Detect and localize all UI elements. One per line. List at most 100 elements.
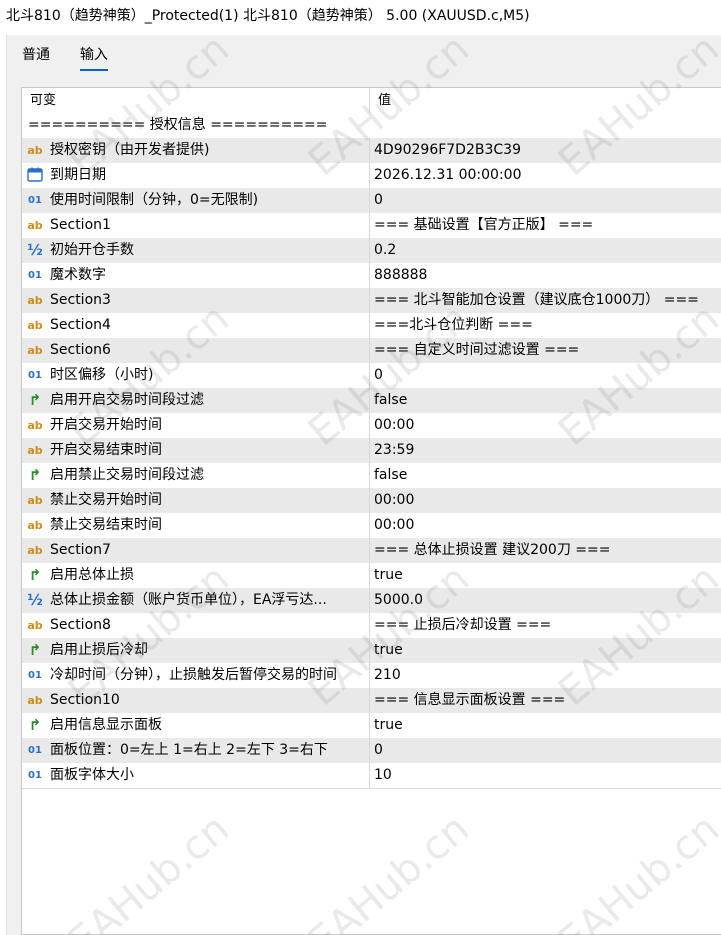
table-row[interactable]: ab 开启交易结束时间 23:59 [22,438,721,463]
tab-inputs[interactable]: 输入 [80,43,108,71]
string-icon: ab [27,519,43,532]
string-icon: ab [27,144,43,157]
row-variable-name: 面板字体大小 [50,767,134,783]
table-row[interactable]: ab 禁止交易结束时间 00:00 [22,513,721,538]
row-variable-name: ========== 授权信息 ========== [28,117,328,133]
row-variable-name: 启用信息显示面板 [50,717,162,733]
row-value[interactable]: false [374,388,721,413]
row-variable-name: Section3 [50,292,111,308]
row-value[interactable]: 0 [374,363,721,388]
table-row[interactable]: ↱ 启用开启交易时间段过滤 false [22,388,721,413]
row-value[interactable]: false [374,463,721,488]
double-icon: ½ [27,241,43,259]
row-value[interactable]: 0 [374,738,721,763]
tab-bar: 普通 输入 [7,35,721,75]
window-title: 北斗810（趋势神策）_Protected(1) 北斗810（趋势神策） 5.0… [0,0,721,32]
row-variable-name: 总体止损金额（账户货币单位），EA浮亏达... [50,592,327,608]
row-value[interactable]: true [374,638,721,663]
column-divider [369,563,370,588]
table-row[interactable]: ½ 总体止损金额（账户货币单位），EA浮亏达... 5000.0 [22,588,721,613]
row-value[interactable]: ===北斗仓位判断 === [374,313,721,338]
row-value[interactable]: 0.2 [374,238,721,263]
row-variable-name: 授权密钥（由开发者提供) [50,142,210,158]
row-value[interactable]: true [374,563,721,588]
string-icon: ab [27,319,43,332]
row-value[interactable]: === 信息显示面板设置 === [374,688,721,713]
row-variable-name: 面板位置：0=左上 1=右上 2=左下 3=右下 [50,742,328,758]
string-icon: ab [27,294,43,307]
row-value[interactable]: === 止损后冷却设置 === [374,613,721,638]
row-value[interactable]: true [374,713,721,738]
column-divider [369,713,370,738]
column-header-value[interactable]: 值 [378,88,391,113]
bool-icon: ↱ [28,641,42,659]
table-row[interactable]: ab Section1 === 基础设置【官方正版】 === [22,213,721,238]
row-value[interactable]: === 总体止损设置 建议200刀 === [374,538,721,563]
column-divider [369,263,370,288]
table-row[interactable]: ↱ 启用总体止损 true [22,563,721,588]
row-variable-name: Section10 [50,692,120,708]
row-variable-name: 魔术数字 [50,267,106,283]
row-value[interactable]: 210 [374,663,721,688]
table-row[interactable]: ab 禁止交易开始时间 00:00 [22,488,721,513]
column-divider [369,288,370,313]
table-row[interactable]: ========== 授权信息 ========== [22,113,721,138]
table-row[interactable]: 01 魔术数字 888888 [22,263,721,288]
table-row[interactable]: ab Section3 === 北斗智能加仓设置（建议底仓1000刀） === [22,288,721,313]
row-value[interactable]: === 基础设置【官方正版】 === [374,213,721,238]
column-divider [369,363,370,388]
row-value[interactable]: 888888 [374,263,721,288]
row-value[interactable]: 00:00 [374,513,721,538]
table-row[interactable]: 到期日期 2026.12.31 00:00:00 [22,163,721,188]
column-divider [369,588,370,613]
row-variable-name: 禁止交易结束时间 [50,517,162,533]
row-value[interactable]: 00:00 [374,413,721,438]
column-divider [369,663,370,688]
row-value[interactable]: 10 [374,763,721,788]
table-row[interactable]: 01 冷却时间（分钟），止损触发后暂停交易的时间 210 [22,663,721,688]
row-value[interactable]: 00:00 [374,488,721,513]
table-row[interactable]: ab 开启交易开始时间 00:00 [22,413,721,438]
table-row[interactable]: ½ 初始开仓手数 0.2 [22,238,721,263]
row-value[interactable]: 2026.12.31 00:00:00 [374,163,721,188]
bool-icon: ↱ [28,466,42,484]
table-row[interactable]: ab Section10 === 信息显示面板设置 === [22,688,721,713]
row-variable-name: 使用时间限制（分钟，0=无限制) [50,192,259,208]
string-icon: ab [27,619,43,632]
inputs-table: 可变 值 ========== 授权信息 ========== ab 授权密钥（由开… [21,87,721,935]
table-row[interactable]: ↱ 启用止损后冷却 true [22,638,721,663]
row-value[interactable]: 23:59 [374,438,721,463]
integer-icon: 01 [28,370,42,381]
table-row[interactable]: ab 授权密钥（由开发者提供) 4D90296F7D2B3C39 [22,138,721,163]
row-variable-name: Section6 [50,342,111,358]
table-row[interactable]: ↱ 启用信息显示面板 true [22,713,721,738]
row-value[interactable]: 0 [374,188,721,213]
row-value[interactable]: === 北斗智能加仓设置（建议底仓1000刀） === [374,288,721,313]
table-row[interactable]: ↱ 启用禁止交易时间段过滤 false [22,463,721,488]
row-variable-name: 开启交易开始时间 [50,417,162,433]
row-variable-name: Section1 [50,217,111,233]
string-icon: ab [27,419,43,432]
table-row[interactable]: 01 面板位置：0=左上 1=右上 2=左下 3=右下 0 [22,738,721,763]
column-divider [369,513,370,538]
string-icon: ab [27,544,43,557]
row-value[interactable]: === 自定义时间过滤设置 === [374,338,721,363]
integer-icon: 01 [28,670,42,681]
row-value[interactable]: 5000.0 [374,588,721,613]
bool-icon: ↱ [28,566,42,584]
integer-icon: 01 [28,770,42,781]
table-row[interactable]: 01 面板字体大小 10 [22,763,721,788]
table-row[interactable]: 01 时区偏移（小时) 0 [22,363,721,388]
table-row[interactable]: ab Section7 === 总体止损设置 建议200刀 === [22,538,721,563]
column-divider[interactable] [369,88,370,113]
column-header-variable[interactable]: 可变 [30,88,56,113]
table-row[interactable]: ab Section8 === 止损后冷却设置 === [22,613,721,638]
row-variable-name: 启用开启交易时间段过滤 [50,392,204,408]
table-row[interactable]: 01 使用时间限制（分钟，0=无限制) 0 [22,188,721,213]
table-row[interactable]: ab Section6 === 自定义时间过滤设置 === [22,338,721,363]
table-row[interactable]: ab Section4 ===北斗仓位判断 === [22,313,721,338]
row-value[interactable]: 4D90296F7D2B3C39 [374,138,721,163]
tab-general[interactable]: 普通 [22,43,50,67]
column-divider [369,463,370,488]
row-variable-name: 启用止损后冷却 [50,642,148,658]
